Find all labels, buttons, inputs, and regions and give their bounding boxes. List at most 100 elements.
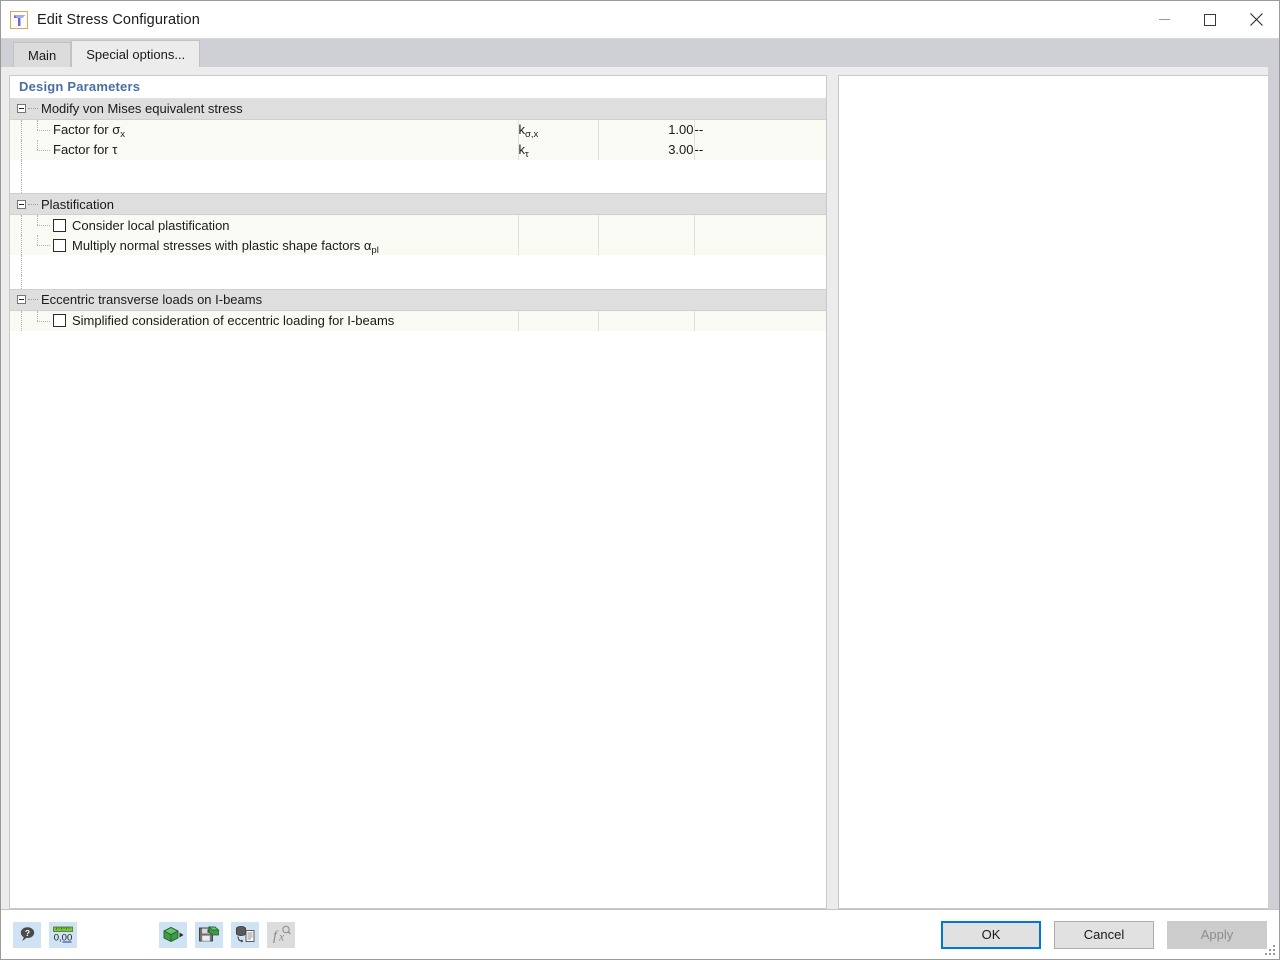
formula-button: f x [267, 921, 295, 948]
dialog-footer: ? 0,00 f x OK Cancel Apply [1, 909, 1279, 959]
tab-main-label: Main [28, 47, 57, 63]
table-spacer-row [10, 159, 826, 180]
checkbox-consider-local-plastification[interactable] [53, 218, 66, 232]
table-gap-row [10, 179, 826, 194]
tab-main[interactable]: Main [13, 42, 72, 67]
ok-button[interactable]: OK [941, 920, 1041, 949]
footer-toolbar: ? 0,00 f x [13, 921, 303, 948]
maximize-icon [1204, 13, 1216, 26]
group-row-eccentric-transverse-loads[interactable]: Eccentric transverse loads on I-beams [10, 288, 826, 311]
preview-panel [838, 75, 1271, 909]
group-label: Modify von Mises equivalent stress [41, 101, 243, 116]
group-label: Plastification [41, 196, 114, 212]
row-symbol [518, 235, 599, 255]
row-symbol [518, 214, 599, 235]
tab-special-options[interactable]: Special options... [71, 40, 201, 67]
load-default-values-button[interactable] [231, 921, 259, 948]
row-value[interactable]: 1.00 [598, 119, 695, 140]
tree-elbow [34, 310, 53, 331]
table-row[interactable]: Consider local plastification [10, 214, 826, 235]
tree-connector [28, 108, 38, 109]
save-to-library-button[interactable] [195, 921, 223, 948]
dialog-body: Design Parameters Modify von Mises equiv… [1, 67, 1279, 909]
row-unit: -- [694, 139, 826, 160]
row-label: Multiply normal stresses with plastic sh… [72, 237, 379, 256]
minimize-button[interactable] [1141, 1, 1187, 39]
table-spacer-row [10, 255, 826, 275]
group-row-plastification[interactable]: Plastification [10, 193, 826, 215]
design-parameters-panel: Design Parameters Modify von Mises equiv… [9, 75, 827, 909]
row-label: Simplified consideration of eccentric lo… [72, 313, 395, 328]
load-default-values-icon [236, 926, 255, 943]
row-unit: -- [694, 119, 826, 140]
tree-connector [28, 203, 38, 205]
table-row[interactable]: Factor for σx kσ,x 1.00 -- [10, 119, 826, 140]
svg-text:x: x [278, 932, 285, 944]
table-row[interactable]: Multiply normal stresses with plastic sh… [10, 235, 826, 256]
tree-indent [10, 119, 34, 140]
tree-rail [21, 159, 22, 180]
group-row-modify-von-mises[interactable]: Modify von Mises equivalent stress [10, 97, 826, 120]
svg-text:?: ? [24, 928, 29, 938]
checkbox-simplified-eccentric-loading[interactable] [53, 314, 66, 327]
close-icon [1249, 13, 1263, 26]
tree-rail [21, 275, 22, 289]
expander-icon[interactable] [17, 295, 26, 304]
t-beam-profile-icon [10, 10, 28, 29]
row-value[interactable] [598, 235, 695, 255]
window-controls [1141, 1, 1279, 39]
table-caption: Design Parameters [19, 79, 141, 95]
tab-special-options-label: Special options... [86, 46, 186, 62]
row-symbol: kσ,x [518, 119, 599, 140]
cancel-button[interactable]: Cancel [1054, 920, 1154, 949]
row-unit [694, 235, 826, 255]
tree-rail [21, 255, 22, 275]
row-unit [694, 214, 826, 235]
row-label-subscript: pl [371, 244, 379, 256]
row-label: Factor for τ [53, 142, 118, 157]
help-button[interactable]: ? [13, 921, 41, 948]
table-row[interactable]: Factor for τ kτ 3.00 -- [10, 139, 826, 160]
row-label-subscript: x [120, 129, 126, 140]
table-gap-row [10, 275, 826, 289]
help-icon: ? [20, 927, 34, 942]
formula-fx-icon: f x [273, 925, 291, 944]
tree-indent [10, 215, 34, 235]
tree-connector [28, 299, 38, 300]
symbol-subscript: σ,x [525, 129, 539, 140]
right-edge-strip [1268, 67, 1279, 909]
table-row[interactable]: Simplified consideration of eccentric lo… [10, 310, 826, 331]
row-value[interactable]: 3.00 [598, 139, 695, 160]
close-button[interactable] [1233, 1, 1279, 39]
resize-grip[interactable] [1265, 945, 1276, 956]
window-title: Edit Stress Configuration [37, 11, 200, 28]
dialog-window: Edit Stress Configuration Main Special o… [0, 0, 1280, 960]
row-value[interactable] [598, 310, 695, 331]
maximize-button[interactable] [1187, 1, 1233, 39]
units-and-decimals-button[interactable]: 0,00 [49, 921, 77, 948]
title-bar: Edit Stress Configuration [1, 1, 1279, 39]
row-unit [694, 310, 826, 331]
import-from-library-button[interactable] [159, 921, 187, 948]
units-and-decimals-icon: 0,00 [53, 926, 73, 943]
tree-elbow [34, 139, 53, 160]
row-value[interactable] [598, 214, 695, 235]
minimize-icon [1158, 19, 1170, 20]
group-label: Eccentric transverse loads on I-beams [41, 292, 263, 307]
design-parameters-table: Design Parameters Modify von Mises equiv… [10, 76, 826, 331]
dialog-buttons: OK Cancel Apply [928, 920, 1267, 949]
tree-elbow [34, 119, 53, 140]
row-symbol [518, 310, 599, 331]
symbol-subscript: τ [525, 149, 529, 160]
tab-strip: Main Special options... [1, 39, 1279, 67]
checkbox-multiply-normal-stresses[interactable] [53, 238, 66, 252]
t-beam-profile-glyph [14, 14, 25, 26]
row-label: Factor for σx [53, 122, 126, 140]
import-from-library-icon [163, 926, 184, 943]
expander-icon[interactable] [17, 199, 26, 209]
tree-elbow [34, 215, 53, 235]
row-label: Consider local plastification [72, 217, 230, 233]
save-to-library-icon [199, 926, 220, 942]
expander-icon[interactable] [17, 104, 26, 113]
row-symbol: kτ [518, 139, 599, 160]
